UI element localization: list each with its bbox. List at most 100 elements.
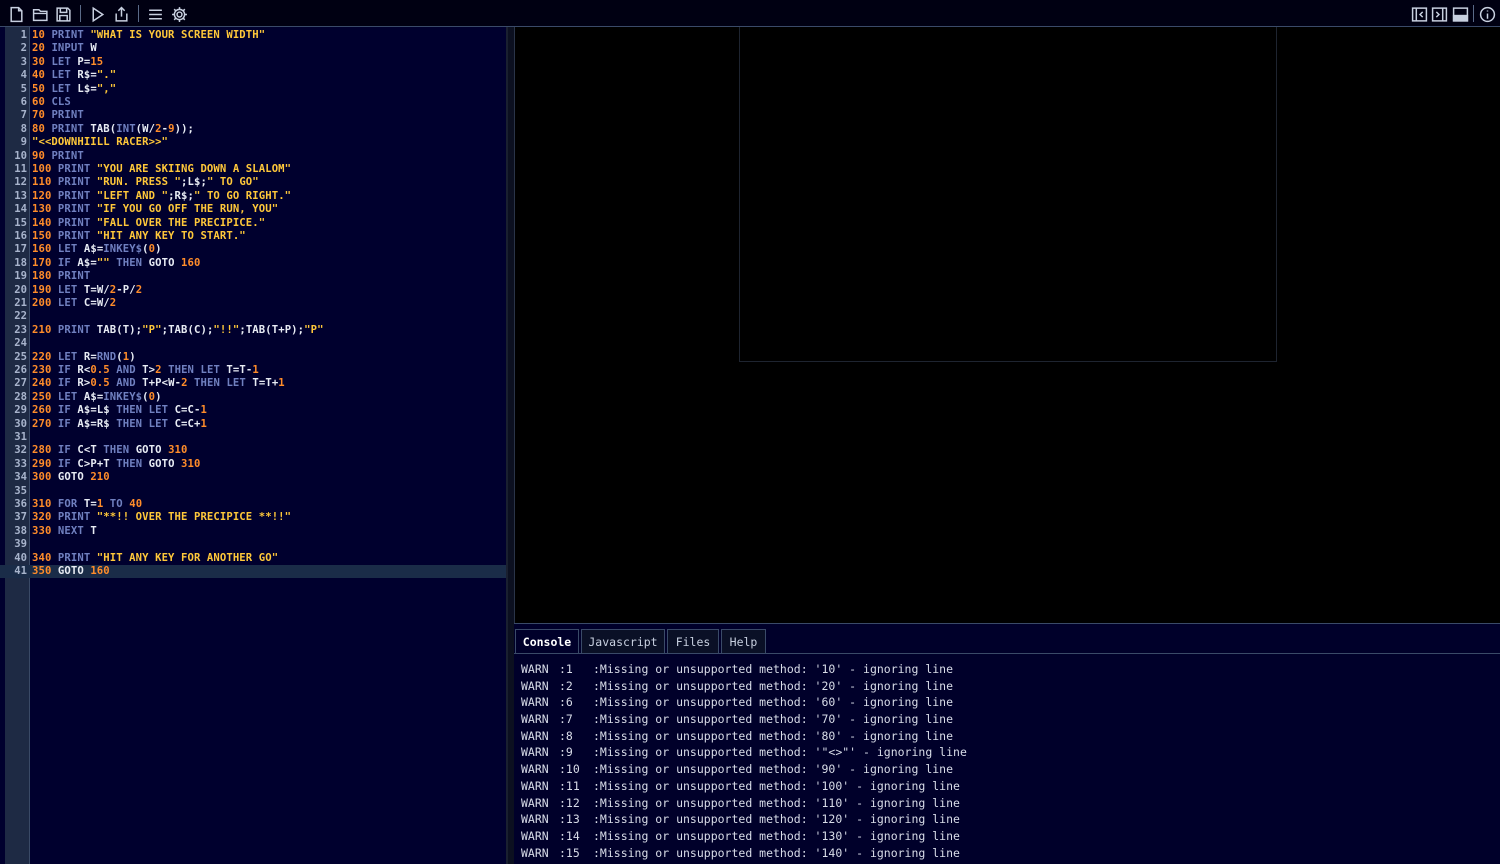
code-line[interactable]: 19 180 PRINT xyxy=(0,270,506,283)
menu-icon[interactable] xyxy=(145,4,165,24)
line-number: 23 xyxy=(14,323,27,336)
code-line[interactable]: 2 20 INPUT W xyxy=(0,42,506,55)
code-token: 280 xyxy=(32,444,58,457)
code-token: RND xyxy=(96,350,117,363)
code-line[interactable]: 9 "<<DOWNHIILL RACER>>" xyxy=(0,136,506,149)
code-line[interactable]: 20 190 LET T=W/2-P/2 xyxy=(0,284,506,297)
code-line[interactable]: 18 170 IF A$="" THEN GOTO 160 xyxy=(0,257,506,270)
new-file-icon[interactable] xyxy=(6,4,26,24)
code-text: 290 IF C>P+T THEN GOTO 310 xyxy=(32,458,200,471)
code-line[interactable]: 39 xyxy=(0,538,506,551)
code-token: THEN xyxy=(103,444,136,457)
open-folder-icon[interactable] xyxy=(30,4,50,24)
line-number: 38 xyxy=(14,524,27,537)
code-line[interactable]: 21 200 LET C=W/2 xyxy=(0,297,506,310)
code-line[interactable]: 26 230 IF R<0.5 AND T>2 THEN LET T=T-1 xyxy=(0,364,506,377)
tab-help[interactable]: Help xyxy=(721,629,766,653)
output-screen[interactable] xyxy=(739,27,1277,362)
code-line[interactable]: 13 120 PRINT "LEFT AND ";R$;" TO GO RIGHT… xyxy=(0,190,506,203)
code-token: GOTO xyxy=(57,565,91,577)
export-icon[interactable] xyxy=(111,4,131,24)
code-text: 120 PRINT "LEFT AND ";R$;" TO GO RIGHT." xyxy=(32,190,291,203)
code-line[interactable]: 11 100 PRINT "YOU ARE SKIING DOWN A SLALO… xyxy=(0,163,506,176)
code-line[interactable]: 25 220 LET R=RND(1) xyxy=(0,351,506,364)
code-line[interactable]: 28 250 LET A$=INKEY$(0) xyxy=(0,391,506,404)
code-line[interactable]: 16 150 PRINT "HIT ANY KEY TO START." xyxy=(0,230,506,243)
code-line[interactable]: 41 350 GOTO 160 xyxy=(0,565,506,579)
tab-console[interactable]: Console xyxy=(515,629,579,653)
tab-javascript[interactable]: Javascript xyxy=(581,629,665,653)
tabs-divider xyxy=(514,653,1500,654)
line-number: 14 xyxy=(14,203,27,216)
code-token: 2 xyxy=(135,283,143,296)
code-line[interactable]: 12 110 PRINT "RUN. PRESS ";L$;" TO GO" xyxy=(0,176,506,189)
save-icon[interactable] xyxy=(53,4,73,24)
line-number: 11 xyxy=(14,163,27,175)
line-number: 33 xyxy=(14,457,27,470)
code-token: "P" xyxy=(142,323,162,336)
code-editor[interactable]: 1 10 PRINT "WHAT IS YOUR SCREEN WIDTH" 2 20… xyxy=(0,27,508,864)
code-line[interactable]: 15 140 PRINT "FALL OVER THE PRECIPICE." xyxy=(0,217,506,230)
code-token: GOTO xyxy=(148,457,182,470)
code-token: 160 xyxy=(90,565,110,577)
log-level: WARN xyxy=(521,745,549,760)
code-token: LET xyxy=(51,82,78,95)
code-line[interactable]: 33 290 IF C>P+T THEN GOTO 310 xyxy=(0,458,506,471)
code-line[interactable]: 5 50 LET L$="," xyxy=(0,83,506,96)
code-text: 100 PRINT "YOU ARE SKIING DOWN A SLALOM" xyxy=(32,163,291,176)
log-line-number: :15 xyxy=(559,845,580,860)
code-line[interactable]: 31 xyxy=(0,431,506,444)
code-line[interactable]: 30 270 IF A$=R$ THEN LET C=C+1 xyxy=(0,418,506,431)
toggle-panel-icon[interactable] xyxy=(1450,4,1470,24)
code-line[interactable]: 22 xyxy=(0,310,506,323)
code-text: 90 PRINT xyxy=(32,150,84,163)
code-line[interactable]: 3 30 LET P=15 xyxy=(0,56,506,69)
code-line[interactable]: 4 40 LET R$="." xyxy=(0,69,506,82)
code-line[interactable]: 34 300 GOTO 210 xyxy=(0,471,506,484)
settings-icon[interactable] xyxy=(169,4,189,24)
info-icon[interactable] xyxy=(1477,4,1497,24)
tab-files[interactable]: Files xyxy=(667,629,719,653)
code-line[interactable]: 6 60 CLS xyxy=(0,96,506,109)
code-text: 50 LET L$="," xyxy=(32,83,116,96)
code-text: 110 PRINT "RUN. PRESS ";L$;" TO GO" xyxy=(32,176,259,189)
code-text: 350 GOTO 160 xyxy=(32,565,110,578)
code-token: PRINT xyxy=(57,230,97,242)
code-line[interactable]: 32 280 IF C<T THEN GOTO 310 xyxy=(0,444,506,457)
code-line[interactable]: 14 130 PRINT "IF YOU GO OFF THE RUN, YOU" xyxy=(0,203,506,216)
log-message: :Missing or unsupported method: '140' - … xyxy=(593,845,960,860)
run-icon[interactable] xyxy=(87,4,107,24)
code-token: 20 xyxy=(32,42,52,55)
log-message: :Missing or unsupported method: '110' - … xyxy=(593,795,960,810)
collapse-left-icon[interactable] xyxy=(1409,4,1429,24)
code-token: 230 xyxy=(32,364,58,376)
code-token: T xyxy=(90,444,104,457)
line-number: 7 xyxy=(20,109,27,122)
code-line[interactable]: 29 260 IF A$=L$ THEN LET C=C-1 xyxy=(0,404,506,417)
line-number: 1 xyxy=(20,29,27,41)
code-line[interactable]: 36 310 FOR T=1 TO 40 xyxy=(0,498,506,511)
console-line: WARN:14:Missing or unsupported method: '… xyxy=(521,828,1491,845)
code-line[interactable]: 8 80 PRINT TAB(INT(W/2-9)); xyxy=(0,123,506,136)
code-token: L$ xyxy=(96,404,117,417)
console-line: WARN:10:Missing or unsupported method: '… xyxy=(521,761,1491,778)
collapse-right-icon[interactable] xyxy=(1429,4,1449,24)
code-line[interactable]: 7 70 PRINT xyxy=(0,109,506,122)
code-token: INPUT xyxy=(51,42,91,55)
code-line[interactable]: 23 210 PRINT TAB(T);"P";TAB(C);"!!";TAB(T… xyxy=(0,324,506,337)
code-line[interactable]: 37 320 PRINT "**!! OVER THE PRECIPICE **!… xyxy=(0,511,506,524)
code-line[interactable]: 38 330 NEXT T xyxy=(0,525,506,538)
code-token: 190 xyxy=(32,283,58,296)
code-text: 330 NEXT T xyxy=(32,525,97,538)
code-line[interactable]: 17 160 LET A$=INKEY$(0) xyxy=(0,243,506,256)
code-line[interactable]: 1 10 PRINT "WHAT IS YOUR SCREEN WIDTH" xyxy=(0,29,506,42)
code-token: THEN xyxy=(116,417,149,430)
console-line: WARN:7:Missing or unsupported method: '7… xyxy=(521,711,1491,728)
code-line[interactable]: 27 240 IF R>0.5 AND T+P<W-2 THEN LET T=T+… xyxy=(0,377,506,390)
code-line[interactable]: 35 xyxy=(0,485,506,498)
code-line[interactable]: 24 xyxy=(0,337,506,350)
code-line[interactable]: 10 90 PRINT xyxy=(0,150,506,163)
code-line[interactable]: 40 340 PRINT "HIT ANY KEY FOR ANOTHER GO" xyxy=(0,552,506,565)
code-token: LET xyxy=(57,297,84,309)
code-token: T xyxy=(90,524,97,537)
